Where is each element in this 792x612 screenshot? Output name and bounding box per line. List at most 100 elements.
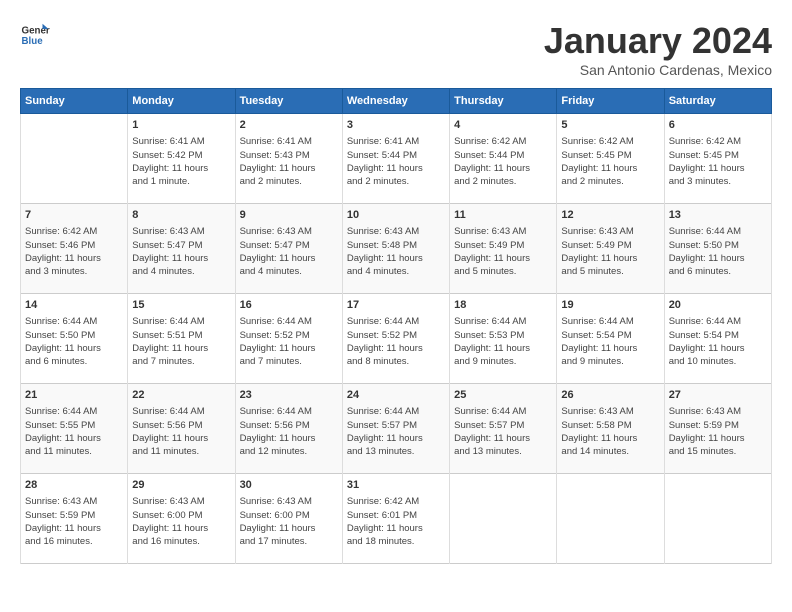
calendar-cell: 10Sunrise: 6:43 AMSunset: 5:48 PMDayligh… xyxy=(342,204,449,294)
logo-icon: General Blue xyxy=(20,20,50,50)
cell-text: and 17 minutes. xyxy=(240,535,338,548)
day-number: 31 xyxy=(347,478,445,493)
cell-text: Sunset: 5:48 PM xyxy=(347,239,445,252)
calendar-cell: 25Sunrise: 6:44 AMSunset: 5:57 PMDayligh… xyxy=(450,384,557,474)
cell-text: Sunset: 5:55 PM xyxy=(25,419,123,432)
cell-text: and 5 minutes. xyxy=(561,265,659,278)
cell-text: Sunrise: 6:42 AM xyxy=(25,225,123,238)
cell-text: Daylight: 11 hours xyxy=(454,432,552,445)
calendar-cell: 23Sunrise: 6:44 AMSunset: 5:56 PMDayligh… xyxy=(235,384,342,474)
day-header-tuesday: Tuesday xyxy=(235,89,342,114)
calendar-cell: 14Sunrise: 6:44 AMSunset: 5:50 PMDayligh… xyxy=(21,294,128,384)
svg-text:Blue: Blue xyxy=(22,36,44,47)
cell-text: Daylight: 11 hours xyxy=(132,432,230,445)
cell-text: Sunset: 5:57 PM xyxy=(347,419,445,432)
calendar-cell: 28Sunrise: 6:43 AMSunset: 5:59 PMDayligh… xyxy=(21,474,128,564)
day-number: 20 xyxy=(669,298,767,313)
cell-text: and 2 minutes. xyxy=(347,175,445,188)
day-header-wednesday: Wednesday xyxy=(342,89,449,114)
cell-text: Daylight: 11 hours xyxy=(347,432,445,445)
calendar-cell xyxy=(557,474,664,564)
day-number: 16 xyxy=(240,298,338,313)
cell-text: Daylight: 11 hours xyxy=(240,522,338,535)
calendar-week-5: 28Sunrise: 6:43 AMSunset: 5:59 PMDayligh… xyxy=(21,474,772,564)
calendar-cell xyxy=(21,114,128,204)
calendar-cell: 31Sunrise: 6:42 AMSunset: 6:01 PMDayligh… xyxy=(342,474,449,564)
calendar-cell: 17Sunrise: 6:44 AMSunset: 5:52 PMDayligh… xyxy=(342,294,449,384)
cell-text: Daylight: 11 hours xyxy=(347,522,445,535)
cell-text: Sunrise: 6:41 AM xyxy=(347,135,445,148)
calendar-cell: 13Sunrise: 6:44 AMSunset: 5:50 PMDayligh… xyxy=(664,204,771,294)
cell-text: and 2 minutes. xyxy=(240,175,338,188)
cell-text: Daylight: 11 hours xyxy=(454,342,552,355)
day-number: 27 xyxy=(669,388,767,403)
cell-text: Sunset: 5:45 PM xyxy=(561,149,659,162)
cell-text: and 4 minutes. xyxy=(132,265,230,278)
cell-text: Daylight: 11 hours xyxy=(132,252,230,265)
calendar-cell: 19Sunrise: 6:44 AMSunset: 5:54 PMDayligh… xyxy=(557,294,664,384)
cell-text: Sunrise: 6:43 AM xyxy=(561,225,659,238)
calendar-cell: 18 Sunrise: 6:44 AMSunset: 5:53 PMDayligh… xyxy=(450,294,557,384)
cell-text: Sunrise: 6:44 AM xyxy=(25,315,123,328)
day-number: 24 xyxy=(347,388,445,403)
cell-text: Sunset: 5:54 PM xyxy=(669,329,767,342)
cell-text: Sunrise: 6:44 AM xyxy=(240,315,338,328)
day-number: 28 xyxy=(25,478,123,493)
cell-text: and 10 minutes. xyxy=(669,355,767,368)
calendar-week-2: 7Sunrise: 6:42 AMSunset: 5:46 PMDaylight… xyxy=(21,204,772,294)
cell-text: Sunrise: 6:44 AM xyxy=(454,315,552,328)
cell-text: and 4 minutes. xyxy=(347,265,445,278)
day-number: 10 xyxy=(347,208,445,223)
cell-text: Daylight: 11 hours xyxy=(669,432,767,445)
day-number: 30 xyxy=(240,478,338,493)
day-header-monday: Monday xyxy=(128,89,235,114)
calendar-cell: 27Sunrise: 6:43 AMSunset: 5:59 PMDayligh… xyxy=(664,384,771,474)
cell-text: and 3 minutes. xyxy=(669,175,767,188)
cell-text: Daylight: 11 hours xyxy=(561,342,659,355)
cell-text: Sunrise: 6:42 AM xyxy=(454,135,552,148)
cell-text: Sunrise: 6:44 AM xyxy=(669,315,767,328)
cell-text: Daylight: 11 hours xyxy=(561,252,659,265)
cell-text: and 1 minute. xyxy=(132,175,230,188)
day-number: 18 xyxy=(454,298,552,313)
cell-text: Sunset: 5:47 PM xyxy=(132,239,230,252)
cell-text: Sunset: 5:49 PM xyxy=(454,239,552,252)
cell-text: Sunset: 5:50 PM xyxy=(669,239,767,252)
cell-text: and 2 minutes. xyxy=(454,175,552,188)
cell-text: and 5 minutes. xyxy=(454,265,552,278)
cell-text: Daylight: 11 hours xyxy=(132,522,230,535)
calendar-header-row: SundayMondayTuesdayWednesdayThursdayFrid… xyxy=(21,89,772,114)
cell-text: and 16 minutes. xyxy=(132,535,230,548)
cell-text: and 9 minutes. xyxy=(454,355,552,368)
cell-text: and 8 minutes. xyxy=(347,355,445,368)
cell-text: Sunset: 5:58 PM xyxy=(561,419,659,432)
calendar-cell: 4Sunrise: 6:42 AMSunset: 5:44 PMDaylight… xyxy=(450,114,557,204)
cell-text: Sunrise: 6:44 AM xyxy=(132,405,230,418)
calendar-cell: 5Sunrise: 6:42 AMSunset: 5:45 PMDaylight… xyxy=(557,114,664,204)
cell-text: Sunset: 5:53 PM xyxy=(454,329,552,342)
cell-text: Sunset: 5:49 PM xyxy=(561,239,659,252)
cell-text: and 18 minutes. xyxy=(347,535,445,548)
calendar-cell: 6Sunrise: 6:42 AMSunset: 5:45 PMDaylight… xyxy=(664,114,771,204)
cell-text: Sunrise: 6:43 AM xyxy=(669,405,767,418)
cell-text: Sunset: 6:00 PM xyxy=(132,509,230,522)
cell-text: Daylight: 11 hours xyxy=(240,252,338,265)
day-number: 21 xyxy=(25,388,123,403)
calendar-cell: 7Sunrise: 6:42 AMSunset: 5:46 PMDaylight… xyxy=(21,204,128,294)
cell-text: Sunrise: 6:43 AM xyxy=(347,225,445,238)
cell-text: Daylight: 11 hours xyxy=(25,342,123,355)
day-number: 3 xyxy=(347,118,445,133)
cell-text: Daylight: 11 hours xyxy=(561,432,659,445)
cell-text: Daylight: 11 hours xyxy=(454,162,552,175)
cell-text: and 6 minutes. xyxy=(25,355,123,368)
calendar-cell: 21Sunrise: 6:44 AMSunset: 5:55 PMDayligh… xyxy=(21,384,128,474)
cell-text: Daylight: 11 hours xyxy=(669,162,767,175)
cell-text: Daylight: 11 hours xyxy=(669,342,767,355)
cell-text: Sunrise: 6:42 AM xyxy=(347,495,445,508)
cell-text: Sunset: 6:00 PM xyxy=(240,509,338,522)
day-number: 11 xyxy=(454,208,552,223)
cell-text: Sunrise: 6:44 AM xyxy=(669,225,767,238)
day-number: 22 xyxy=(132,388,230,403)
title-area: January 2024 San Antonio Cardenas, Mexic… xyxy=(544,20,772,78)
cell-text: Sunset: 5:52 PM xyxy=(347,329,445,342)
